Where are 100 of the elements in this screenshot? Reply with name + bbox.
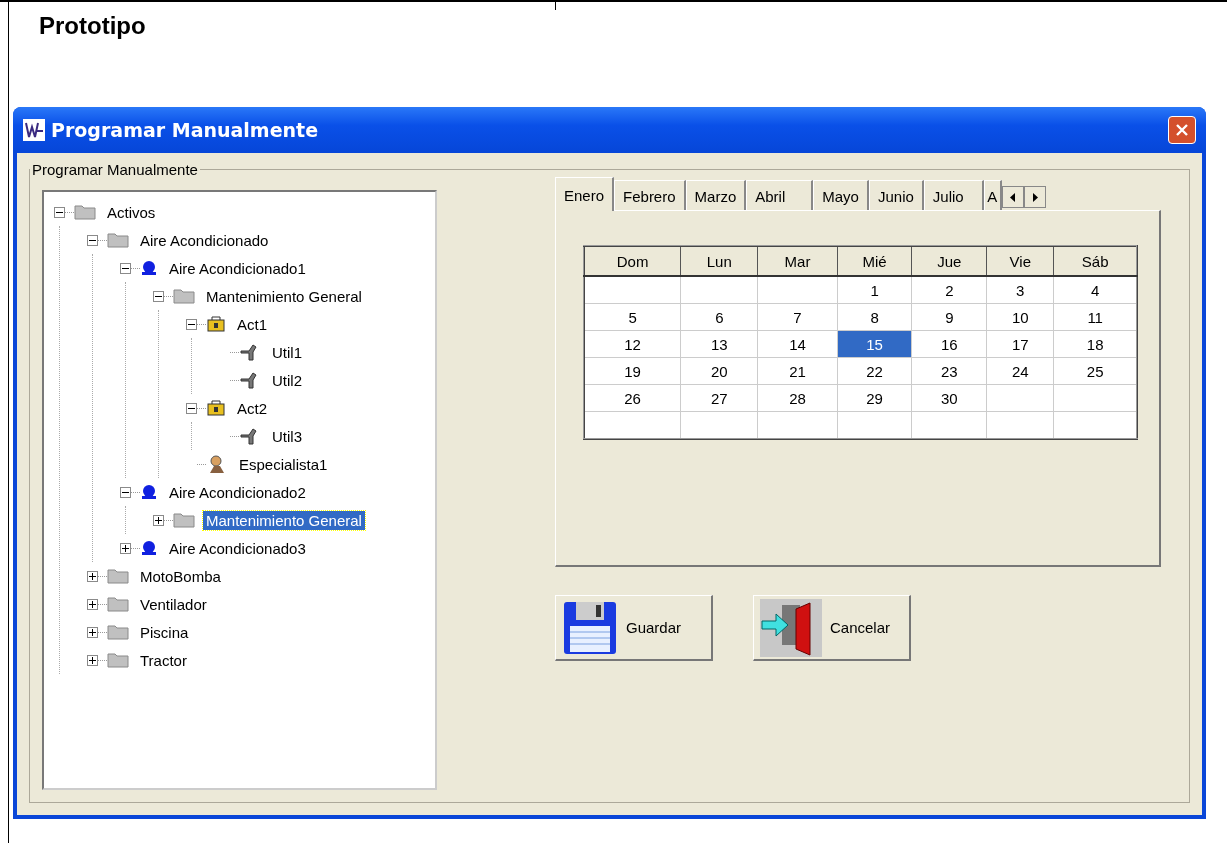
expand-toggle[interactable] xyxy=(87,570,98,582)
day-cell[interactable]: 16 xyxy=(911,330,987,358)
tree-item[interactable]: MotoBomba xyxy=(137,566,224,586)
day-cell[interactable]: 20 xyxy=(680,357,758,385)
scroll-right-button[interactable] xyxy=(1023,186,1046,208)
plus-icon xyxy=(88,627,97,637)
weekday-header: Jue xyxy=(911,246,987,276)
tree-item[interactable]: Aire Acondicionado1 xyxy=(166,258,309,278)
save-button[interactable]: Guardar xyxy=(555,595,713,661)
tree-item[interactable]: Act2 xyxy=(234,398,270,418)
group-label: Programar Manualmente xyxy=(31,161,199,178)
expand-toggle[interactable] xyxy=(87,654,98,666)
device-icon xyxy=(140,484,158,500)
tree-item[interactable]: Especialista1 xyxy=(236,454,331,474)
day-cell[interactable]: 2 xyxy=(911,276,987,304)
weekday-header: Lun xyxy=(680,246,758,276)
tree-item[interactable]: Tractor xyxy=(137,650,190,670)
month-tab[interactable]: Junio xyxy=(868,180,924,210)
day-cell[interactable]: 10 xyxy=(986,303,1054,331)
app-logo-icon xyxy=(23,119,45,141)
day-cell[interactable]: 27 xyxy=(680,384,758,412)
tree-item[interactable]: Aire Acondicionado xyxy=(137,230,272,250)
month-tab[interactable]: Julio xyxy=(923,180,984,210)
folder-icon xyxy=(107,568,129,584)
folder-icon xyxy=(173,288,195,304)
plus-icon xyxy=(88,571,97,581)
month-tab[interactable]: Mayo xyxy=(813,180,869,210)
close-button[interactable] xyxy=(1168,116,1196,144)
tree-item[interactable]: Util1 xyxy=(269,342,305,362)
month-tab[interactable]: Marzo xyxy=(685,180,747,210)
tree-item[interactable]: Act1 xyxy=(234,314,270,334)
section-heading: Prototipo xyxy=(38,11,147,41)
day-cell[interactable]: 3 xyxy=(986,276,1054,304)
scroll-left-button[interactable] xyxy=(1001,186,1024,208)
tree-item[interactable]: Util3 xyxy=(269,426,305,446)
folder-icon xyxy=(107,232,129,248)
tree-item[interactable]: Aire Acondicionado2 xyxy=(166,482,309,502)
day-cell[interactable]: 30 xyxy=(911,384,987,412)
tree-item[interactable]: Activos xyxy=(104,202,159,222)
day-cell[interactable]: 13 xyxy=(680,330,758,358)
month-tab[interactable]: Abril xyxy=(746,180,814,210)
month-tab[interactable]: Enero xyxy=(555,177,615,211)
day-cell[interactable]: 15 xyxy=(837,330,912,358)
collapse-toggle[interactable] xyxy=(153,290,164,302)
folder-icon xyxy=(74,204,96,220)
folder-icon xyxy=(107,596,129,612)
weekday-header: Vie xyxy=(986,246,1054,276)
tree-item[interactable]: Piscina xyxy=(137,622,192,642)
day-cell[interactable]: 17 xyxy=(986,330,1054,358)
bag-icon xyxy=(206,400,226,416)
collapse-toggle[interactable] xyxy=(120,486,131,498)
plus-icon xyxy=(154,515,163,525)
cancel-button[interactable]: Cancelar xyxy=(753,595,911,661)
weekday-header: Sáb xyxy=(1053,246,1137,276)
day-cell[interactable]: 8 xyxy=(837,303,912,331)
day-cell[interactable]: 29 xyxy=(837,384,912,412)
tree-item[interactable]: Mantenimiento General xyxy=(203,510,365,530)
expand-toggle[interactable] xyxy=(87,598,98,610)
collapse-toggle[interactable] xyxy=(87,234,98,246)
plus-icon xyxy=(88,655,97,665)
collapse-toggle[interactable] xyxy=(186,318,197,330)
tree-item[interactable]: Util2 xyxy=(269,370,305,390)
day-cell[interactable]: 19 xyxy=(584,357,681,385)
month-tab[interactable]: Febrero xyxy=(614,180,686,210)
right-triangle-icon xyxy=(1031,192,1038,202)
day-cell[interactable]: 22 xyxy=(837,357,912,385)
day-cell[interactable]: 26 xyxy=(584,384,681,412)
folder-icon xyxy=(107,624,129,640)
tree-item[interactable]: Mantenimiento General xyxy=(203,286,365,306)
day-cell[interactable]: 23 xyxy=(911,357,987,385)
day-cell[interactable]: 5 xyxy=(584,303,681,331)
left-triangle-icon xyxy=(1009,192,1016,202)
day-cell[interactable]: 12 xyxy=(584,330,681,358)
day-cell[interactable]: 9 xyxy=(911,303,987,331)
plus-icon xyxy=(88,599,97,609)
exit-door-icon xyxy=(760,598,822,657)
tree-item[interactable]: Aire Acondicionado3 xyxy=(166,538,309,558)
collapse-toggle[interactable] xyxy=(186,402,197,414)
day-cell[interactable]: 28 xyxy=(757,384,838,412)
weekday-header: Mar xyxy=(757,246,838,276)
collapse-toggle[interactable] xyxy=(54,206,65,218)
weekday-header: Mié xyxy=(837,246,912,276)
plus-icon xyxy=(121,543,130,553)
day-cell[interactable]: 1 xyxy=(837,276,912,304)
window-title: Programar Manualmente xyxy=(51,119,320,141)
day-cell[interactable]: 14 xyxy=(757,330,838,358)
expand-toggle[interactable] xyxy=(120,542,131,554)
device-icon xyxy=(140,540,158,556)
day-cell[interactable]: 21 xyxy=(757,357,838,385)
close-icon xyxy=(1175,123,1189,137)
day-cell[interactable]: 24 xyxy=(986,357,1054,385)
collapse-toggle[interactable] xyxy=(120,262,131,274)
expand-toggle[interactable] xyxy=(87,626,98,638)
day-cell[interactable]: 6 xyxy=(680,303,758,331)
folder-icon xyxy=(107,652,129,668)
folder-icon xyxy=(173,512,195,528)
device-icon xyxy=(140,260,158,276)
tree-item[interactable]: Ventilador xyxy=(137,594,210,614)
expand-toggle[interactable] xyxy=(153,514,164,526)
day-cell[interactable]: 7 xyxy=(757,303,838,331)
